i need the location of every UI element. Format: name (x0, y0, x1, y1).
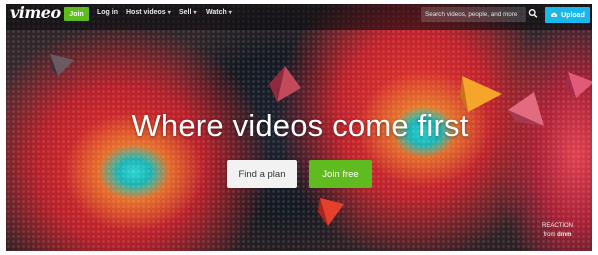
search-icon[interactable] (528, 8, 538, 20)
video-credit[interactable]: REACTION from dmm (530, 222, 585, 240)
credit-from: from (543, 232, 558, 238)
nav-sell-label: Sell (179, 9, 192, 16)
pyramid-shape-bottom (318, 198, 344, 226)
vimeo-logo[interactable]: vimeo (10, 3, 61, 22)
nav-sell-menu[interactable]: Sell ▾ (179, 9, 196, 16)
pyramid-shape-right (508, 92, 544, 126)
pyramid-shape-center (269, 66, 301, 102)
credit-author: dmm (557, 232, 572, 238)
nav-login-link[interactable]: Log in (97, 9, 118, 16)
nav-login-label: Log in (97, 9, 118, 16)
upload-label: Upload (561, 11, 585, 19)
search-placeholder: Search videos, people, and more (425, 11, 518, 18)
join-button[interactable]: Join (64, 7, 89, 21)
nav-host-videos-label: Host videos (126, 9, 166, 16)
search-input[interactable]: Search videos, people, and more (421, 7, 526, 22)
nav-watch-label: Watch (206, 9, 227, 16)
chevron-down-icon: ▾ (228, 10, 232, 16)
pyramid-shape-left (50, 54, 74, 76)
join-free-button[interactable]: Join free (309, 160, 372, 188)
chevron-down-icon: ▾ (193, 10, 197, 16)
chevron-down-icon: ▾ (167, 10, 171, 16)
credit-title: REACTION (541, 223, 573, 229)
nav-host-videos-menu[interactable]: Host videos ▾ (126, 9, 171, 16)
find-a-plan-button[interactable]: Find a plan (227, 160, 297, 188)
nav-watch-menu[interactable]: Watch ▾ (206, 9, 232, 16)
hero-headline: Where videos come first (131, 108, 469, 143)
pyramid-shape-pink (564, 72, 592, 98)
cloud-upload-icon (550, 12, 558, 17)
upload-button[interactable]: Upload (545, 7, 590, 23)
credit-byline: from dmm (530, 231, 585, 240)
